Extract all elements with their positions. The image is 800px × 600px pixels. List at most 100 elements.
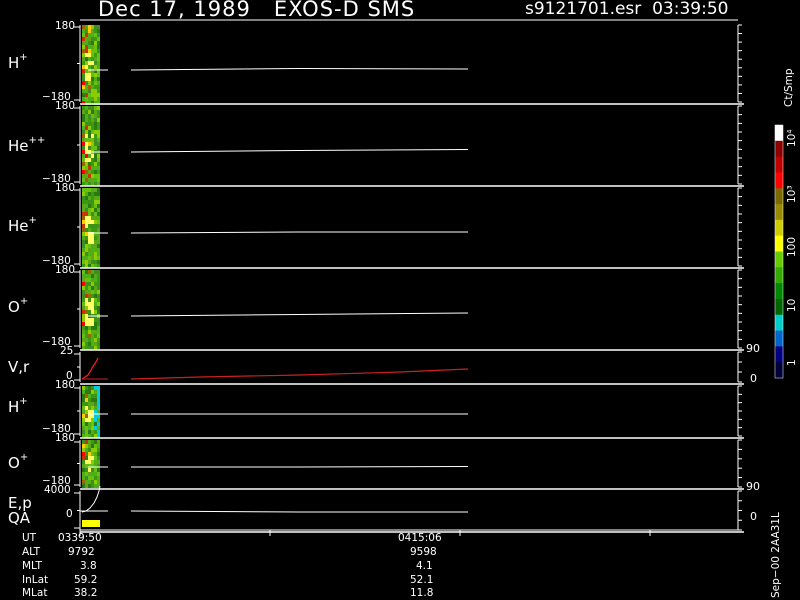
spectrogram-cell bbox=[97, 138, 100, 142]
spectrogram-cell bbox=[85, 188, 88, 192]
spectrogram-panel-5 bbox=[82, 386, 100, 438]
spectrogram-cell bbox=[97, 29, 100, 33]
spectrogram-cell bbox=[97, 174, 100, 178]
spectrogram-cell bbox=[94, 212, 97, 216]
spectrogram-cell bbox=[82, 170, 85, 174]
spectrogram-cell bbox=[88, 444, 91, 448]
spectrogram-cell bbox=[94, 178, 97, 182]
spectrogram-cell bbox=[94, 444, 97, 448]
spectrogram-cell bbox=[91, 286, 94, 290]
spectrogram-cell bbox=[85, 334, 88, 338]
spectrogram-cell bbox=[97, 318, 100, 322]
vr-curve-rise bbox=[81, 357, 99, 380]
spectrogram-cell bbox=[82, 162, 85, 166]
spectrogram-cell bbox=[85, 33, 88, 37]
spectrogram-cell bbox=[88, 318, 91, 322]
spectrogram-cell bbox=[82, 334, 85, 338]
spectrogram-cell bbox=[88, 162, 91, 166]
spectrogram-cell bbox=[94, 252, 97, 256]
spectrogram-cell bbox=[97, 334, 100, 338]
spectrogram-cell bbox=[82, 440, 85, 444]
spectrogram-cell bbox=[85, 53, 88, 57]
spectrogram-cell bbox=[94, 330, 97, 334]
spectrogram-cell bbox=[97, 398, 100, 402]
spectrogram-cell bbox=[94, 110, 97, 114]
trace-line-6 bbox=[131, 466, 469, 468]
spectrogram-cell bbox=[82, 138, 85, 142]
spectrogram-cell bbox=[82, 326, 85, 330]
spectrogram-cell bbox=[94, 220, 97, 224]
spectrogram-cell bbox=[82, 69, 85, 73]
spectrogram-cell bbox=[97, 306, 100, 310]
spectrogram-cell bbox=[94, 45, 97, 49]
spectrogram-cell bbox=[82, 406, 85, 410]
spectrogram-cell bbox=[94, 386, 97, 390]
spectrogram-cell bbox=[82, 342, 85, 346]
spectrogram-cell bbox=[88, 106, 91, 110]
spectrogram-cell bbox=[85, 306, 88, 310]
spectrogram-cell bbox=[91, 256, 94, 260]
spectrogram-cell bbox=[82, 398, 85, 402]
spectrogram-cell bbox=[85, 430, 88, 434]
spectrogram-cell bbox=[97, 452, 100, 456]
spectrogram-cell bbox=[82, 394, 85, 398]
spectrogram-cell bbox=[88, 45, 91, 49]
spectrogram-cell bbox=[85, 326, 88, 330]
spectrogram-cell bbox=[94, 460, 97, 464]
spectrogram-cell bbox=[82, 298, 85, 302]
spectrogram-cell bbox=[97, 134, 100, 138]
spectrogram-cell bbox=[85, 37, 88, 41]
spectrogram-cell bbox=[88, 256, 91, 260]
spectrogram-cell bbox=[91, 37, 94, 41]
spectrogram-cell bbox=[85, 456, 88, 460]
spectrogram-cell bbox=[94, 65, 97, 69]
spectrogram-cell bbox=[91, 252, 94, 256]
spectrogram-cell bbox=[94, 158, 97, 162]
spectrogram-cell bbox=[94, 130, 97, 134]
spectrogram-cell bbox=[94, 37, 97, 41]
spectrogram-cell bbox=[97, 106, 100, 110]
spectrogram-cell bbox=[91, 110, 94, 114]
spectrogram-cell bbox=[88, 220, 91, 224]
spectrogram-cell bbox=[97, 414, 100, 418]
spectrogram-cell bbox=[91, 138, 94, 142]
spectrogram-cell bbox=[85, 402, 88, 406]
spectrogram-cell bbox=[82, 142, 85, 146]
spectrogram-cell bbox=[88, 73, 91, 77]
spectrogram-cell bbox=[94, 342, 97, 346]
spectrogram-cell bbox=[82, 476, 85, 480]
spectrogram-cell bbox=[88, 298, 91, 302]
spectrogram-cell bbox=[94, 406, 97, 410]
spectrogram-cell bbox=[85, 29, 88, 33]
spectrogram-cell bbox=[91, 394, 94, 398]
spectrogram-cell bbox=[82, 216, 85, 220]
spectrogram-cell bbox=[85, 77, 88, 81]
spectrogram-cell bbox=[88, 460, 91, 464]
spectrogram-cell bbox=[85, 192, 88, 196]
spectrogram-cell bbox=[88, 154, 91, 158]
spectrogram-cell bbox=[88, 278, 91, 282]
spectrogram-cell bbox=[97, 114, 100, 118]
spectrogram-cell bbox=[88, 33, 91, 37]
spectrogram-cell bbox=[88, 456, 91, 460]
spectrogram-cell bbox=[91, 200, 94, 204]
spectrogram-panel-1 bbox=[82, 25, 100, 105]
spectrogram-cell bbox=[97, 122, 100, 126]
spectrogram-cell bbox=[91, 322, 94, 326]
spectrogram-cell bbox=[88, 204, 91, 208]
spectrogram-cell bbox=[97, 270, 100, 274]
spectrogram-cell bbox=[91, 154, 94, 158]
spectrogram-cell bbox=[85, 162, 88, 166]
spectrogram-cell bbox=[85, 114, 88, 118]
spectrogram-cell bbox=[91, 77, 94, 81]
spectrogram-cell bbox=[91, 236, 94, 240]
spectrogram-cell bbox=[88, 122, 91, 126]
spectrogram-cell bbox=[85, 274, 88, 278]
spectrogram-cell bbox=[88, 228, 91, 232]
spectrogram-cell bbox=[85, 322, 88, 326]
spectrogram-cell bbox=[94, 410, 97, 414]
spectrogram-cell bbox=[91, 89, 94, 93]
spectrogram-cell bbox=[91, 204, 94, 208]
spectrogram-cell bbox=[94, 414, 97, 418]
spectrogram-cell bbox=[94, 456, 97, 460]
